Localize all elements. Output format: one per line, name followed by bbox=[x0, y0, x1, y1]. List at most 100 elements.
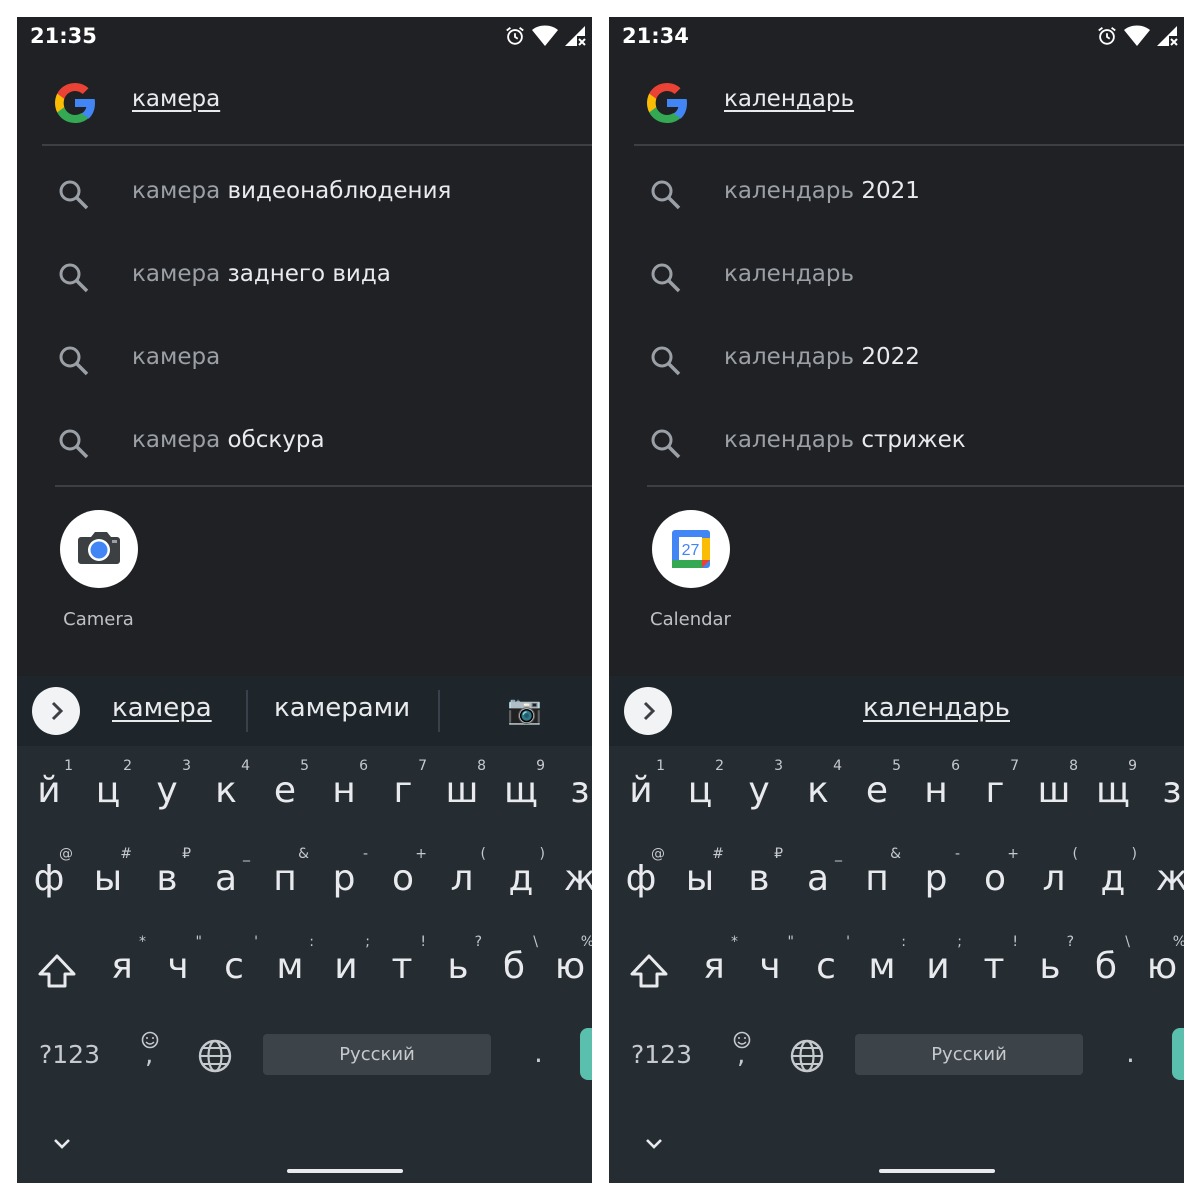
key[interactable]: е5 bbox=[847, 756, 907, 836]
key[interactable]: с ' bbox=[796, 932, 856, 1012]
key[interactable]: р- bbox=[314, 844, 374, 924]
key[interactable]: ь? bbox=[428, 932, 488, 1012]
emoji-comma-key[interactable]: , bbox=[135, 1026, 165, 1076]
expand-toolbar-button[interactable] bbox=[624, 687, 672, 735]
suggestion-item[interactable]: камера обскура bbox=[17, 401, 592, 484]
emoji-comma-key[interactable]: , bbox=[727, 1026, 757, 1076]
suggestion-completion: заднего вида bbox=[220, 261, 391, 287]
key[interactable]: ж bbox=[550, 844, 592, 924]
key[interactable]: т! bbox=[964, 932, 1024, 1012]
collapse-keyboard-button[interactable] bbox=[51, 1134, 73, 1158]
key[interactable]: ы # bbox=[78, 844, 138, 924]
search-bar[interactable]: календарь bbox=[609, 72, 1184, 142]
key[interactable]: л( bbox=[432, 844, 492, 924]
key[interactable]: ы # bbox=[670, 844, 730, 924]
key[interactable]: ц2 bbox=[78, 756, 138, 836]
key[interactable]: у3 bbox=[729, 756, 789, 836]
key[interactable]: а _ bbox=[196, 844, 256, 924]
key[interactable]: ю% bbox=[540, 932, 592, 1012]
key[interactable]: с ' bbox=[204, 932, 264, 1012]
suggestion-item[interactable]: камера заднего вида bbox=[17, 235, 592, 318]
key[interactable]: з bbox=[550, 756, 592, 836]
key[interactable]: ш8 bbox=[1024, 756, 1084, 836]
app-result-camera[interactable] bbox=[60, 510, 138, 588]
key[interactable]: д) bbox=[1083, 844, 1143, 924]
key[interactable]: б \ bbox=[484, 932, 544, 1012]
key[interactable]: щ9 bbox=[491, 756, 551, 836]
language-key[interactable] bbox=[197, 1038, 233, 1078]
key[interactable]: ц2 bbox=[670, 756, 730, 836]
candidate-word[interactable]: календарь bbox=[863, 693, 1010, 723]
key[interactable]: я * bbox=[684, 932, 744, 1012]
key[interactable]: щ9 bbox=[1083, 756, 1143, 836]
key[interactable]: и; bbox=[908, 932, 968, 1012]
key[interactable]: я * bbox=[92, 932, 152, 1012]
enter-key[interactable] bbox=[580, 1028, 592, 1080]
shift-key[interactable] bbox=[27, 932, 87, 1012]
search-query-text[interactable]: камера bbox=[132, 86, 220, 112]
key[interactable]: п & bbox=[847, 844, 907, 924]
language-key[interactable] bbox=[789, 1038, 825, 1078]
suggestion-item[interactable]: календарь bbox=[609, 235, 1184, 318]
key[interactable]: м: bbox=[852, 932, 912, 1012]
key[interactable]: ф @ bbox=[19, 844, 79, 924]
app-result-calendar[interactable]: 27 bbox=[652, 510, 730, 588]
suggestion-item[interactable]: камера bbox=[17, 318, 592, 401]
key[interactable]: а _ bbox=[788, 844, 848, 924]
key[interactable]: п & bbox=[255, 844, 315, 924]
key[interactable]: ф @ bbox=[611, 844, 671, 924]
key[interactable]: ш8 bbox=[432, 756, 492, 836]
key[interactable]: г7 bbox=[965, 756, 1025, 836]
candidate-emoji[interactable]: 📷 bbox=[507, 693, 542, 726]
search-query-text[interactable]: календарь bbox=[724, 86, 854, 112]
key[interactable]: й1 bbox=[19, 756, 79, 836]
key[interactable]: д) bbox=[491, 844, 551, 924]
key[interactable]: б \ bbox=[1076, 932, 1136, 1012]
key[interactable]: з bbox=[1142, 756, 1184, 836]
key[interactable]: о + bbox=[373, 844, 433, 924]
gesture-nav-bar[interactable] bbox=[287, 1169, 403, 1173]
suggestion-item[interactable]: календарь 2022 bbox=[609, 318, 1184, 401]
key-hint: " bbox=[787, 934, 794, 950]
suggestion-item[interactable]: календарь 2021 bbox=[609, 152, 1184, 235]
key[interactable]: в ₽ bbox=[137, 844, 197, 924]
space-bar[interactable]: Русский bbox=[855, 1034, 1083, 1075]
key[interactable]: в ₽ bbox=[729, 844, 789, 924]
key[interactable]: л( bbox=[1024, 844, 1084, 924]
key[interactable]: и; bbox=[316, 932, 376, 1012]
key[interactable]: н6 bbox=[906, 756, 966, 836]
key-hint: 9 bbox=[536, 758, 545, 774]
candidate-word[interactable]: камерами bbox=[274, 693, 410, 723]
shift-key[interactable] bbox=[619, 932, 679, 1012]
key[interactable]: г7 bbox=[373, 756, 433, 836]
key[interactable]: й1 bbox=[611, 756, 671, 836]
symbols-key[interactable]: ?123 bbox=[39, 1040, 100, 1069]
suggestion-item[interactable]: камера видеонаблюдения bbox=[17, 152, 592, 235]
collapse-keyboard-button[interactable] bbox=[643, 1134, 665, 1158]
space-bar[interactable]: Русский bbox=[263, 1034, 491, 1075]
key[interactable]: т! bbox=[372, 932, 432, 1012]
key[interactable]: ю% bbox=[1132, 932, 1184, 1012]
key[interactable]: ч " bbox=[740, 932, 800, 1012]
key[interactable]: ь? bbox=[1020, 932, 1080, 1012]
search-bar[interactable]: камера bbox=[17, 72, 592, 142]
expand-toolbar-button[interactable] bbox=[32, 687, 80, 735]
key[interactable]: ж bbox=[1142, 844, 1184, 924]
key[interactable]: р- bbox=[906, 844, 966, 924]
key[interactable]: у3 bbox=[137, 756, 197, 836]
period-key[interactable]: . bbox=[534, 1036, 543, 1069]
key[interactable]: е5 bbox=[255, 756, 315, 836]
key[interactable]: м: bbox=[260, 932, 320, 1012]
candidate-word[interactable]: камера bbox=[112, 693, 212, 723]
key[interactable]: к4 bbox=[788, 756, 848, 836]
key[interactable]: о + bbox=[965, 844, 1025, 924]
key[interactable]: ч " bbox=[148, 932, 208, 1012]
gesture-nav-bar[interactable] bbox=[879, 1169, 995, 1173]
symbols-key[interactable]: ?123 bbox=[631, 1040, 692, 1069]
enter-key[interactable] bbox=[1172, 1028, 1184, 1080]
key[interactable]: н6 bbox=[314, 756, 374, 836]
period-key[interactable]: . bbox=[1126, 1036, 1135, 1069]
key-char: з bbox=[570, 770, 590, 811]
suggestion-item[interactable]: календарь стрижек bbox=[609, 401, 1184, 484]
key[interactable]: к4 bbox=[196, 756, 256, 836]
